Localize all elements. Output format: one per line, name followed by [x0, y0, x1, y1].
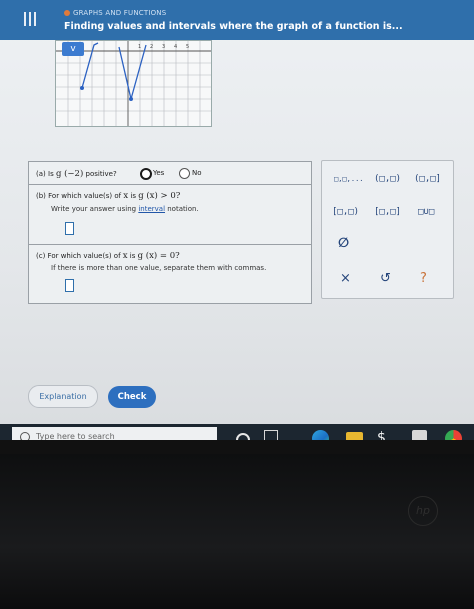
search-icon — [20, 432, 30, 440]
chrome-icon[interactable] — [445, 430, 462, 440]
interval-link[interactable]: interval — [138, 205, 165, 213]
qa-positive: positive? — [85, 170, 117, 178]
edge-browser-icon[interactable] — [312, 430, 329, 440]
qb-instr-post: notation. — [167, 205, 199, 213]
radio-yes-label: Yes — [153, 169, 165, 177]
topic-text: GRAPHS AND FUNCTIONS — [73, 9, 167, 17]
topic-dot-icon — [64, 10, 70, 16]
header-bar: GRAPHS AND FUNCTIONS Finding values and … — [0, 0, 474, 40]
browser-screen: GRAPHS AND FUNCTIONS Finding values and … — [0, 0, 474, 440]
qb-text2: is — [130, 192, 136, 200]
chevron-down-icon: v — [70, 44, 76, 54]
collapse-graph-button[interactable]: v — [62, 42, 84, 56]
task-view-icon[interactable] — [264, 430, 278, 440]
radio-yes[interactable] — [140, 168, 152, 180]
x-tick-4: 4 — [174, 44, 178, 50]
undo-icon[interactable]: ↺ — [380, 271, 391, 286]
palette-right-open-interval-button[interactable]: [□,□) — [332, 207, 359, 217]
palette-union-button[interactable]: □∪□ — [418, 207, 434, 217]
radio-no-label: No — [192, 169, 202, 177]
x-tick-2: 2 — [150, 44, 154, 50]
question-a: (a) Is g (−2) positive? Yes No — [29, 162, 311, 185]
help-icon[interactable]: ? — [420, 271, 427, 286]
qc-text1: For which value(s) of — [47, 252, 121, 260]
qc-instruction: If there is more than one value, separat… — [51, 264, 267, 272]
radio-no[interactable] — [179, 168, 190, 179]
cortana-icon[interactable] — [236, 433, 250, 440]
question-box: (a) Is g (−2) positive? Yes No (b) For w… — [28, 161, 312, 304]
answer-b-input[interactable] — [65, 222, 74, 235]
qa-is: Is — [48, 170, 54, 178]
qc-text2: is — [129, 252, 136, 260]
explanation-button[interactable]: Explanation — [28, 385, 98, 408]
store-icon[interactable] — [412, 430, 427, 440]
taskbar-search[interactable]: Type here to search — [12, 427, 217, 440]
empty-set-icon[interactable]: ∅ — [338, 236, 349, 251]
qc-prefix: (c) — [36, 252, 46, 260]
menu-icon[interactable] — [24, 12, 36, 26]
answer-c-input[interactable] — [65, 279, 74, 292]
qa-expr: g (−2) — [55, 169, 84, 179]
palette-left-open-interval-button[interactable]: (□,□] — [414, 174, 441, 184]
qb-prefix: (b) — [36, 192, 46, 200]
topic-label: GRAPHS AND FUNCTIONS — [64, 9, 166, 17]
qb-expr: g (x) > 0? — [138, 191, 181, 201]
file-explorer-icon[interactable] — [346, 432, 363, 440]
cash-app-icon[interactable]: $ — [377, 430, 387, 440]
math-palette: □,□,... (□,□) (□,□] [□,□) [□,□] □∪□ ∅ × … — [321, 160, 454, 299]
qb-var: x — [123, 191, 129, 201]
question-c: (c) For which value(s) of x is g (x) = 0… — [29, 245, 311, 302]
question-b: (b) For which value(s) of x is g (x) > 0… — [29, 185, 311, 245]
hp-logo-icon: hp — [408, 496, 438, 526]
palette-open-interval-button[interactable]: (□,□) — [374, 174, 401, 184]
x-tick-5: 5 — [186, 44, 190, 50]
x-tick-1: 1 — [138, 44, 142, 50]
search-placeholder: Type here to search — [36, 432, 115, 440]
taskbar: Type here to search $ — [0, 424, 474, 440]
clear-icon[interactable]: × — [340, 271, 351, 286]
qa-prefix: (a) — [36, 170, 46, 178]
palette-closed-interval-button[interactable]: [□,□] — [374, 207, 401, 217]
palette-list-button[interactable]: □,□,... — [334, 175, 364, 183]
qb-instr-pre: Write your answer using — [51, 205, 137, 213]
x-tick-3: 3 — [162, 44, 166, 50]
check-button[interactable]: Check — [108, 386, 156, 408]
qc-var: x — [122, 251, 128, 261]
qb-text1: For which value(s) of — [48, 192, 122, 200]
qc-expr: g (x) = 0? — [137, 251, 180, 261]
laptop-bezel: hp — [0, 454, 474, 609]
page-title: Finding values and intervals where the g… — [64, 21, 403, 32]
